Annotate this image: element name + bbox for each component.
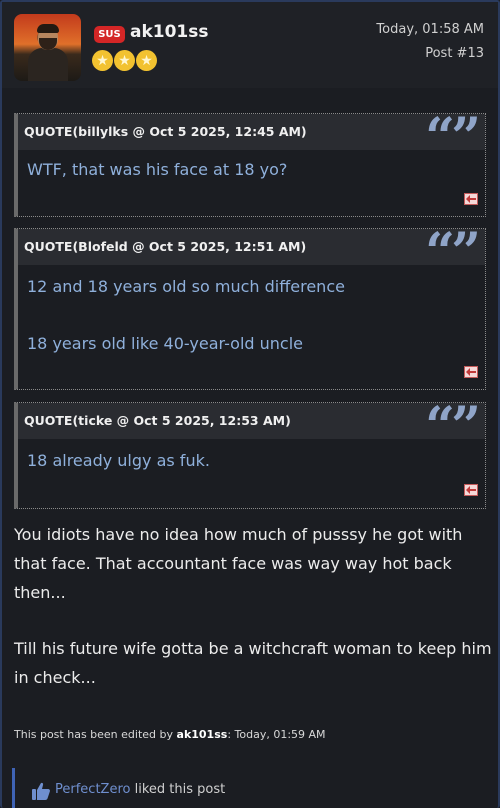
back-arrow-icon[interactable]	[464, 366, 478, 378]
post-body-line: You idiots have no idea how much of puss…	[14, 525, 463, 544]
quote-marks-icon: “”	[425, 107, 481, 168]
edit-note-prefix: This post has been edited by	[14, 728, 177, 741]
post-time: Today, 01:58 AM	[376, 22, 484, 37]
quote-title: QUOTE(Blofeld @ Oct 5 2025, 12:51 AM)	[24, 239, 307, 254]
back-arrow-icon[interactable]	[464, 193, 478, 205]
edit-note: This post has been edited by ak101ss: To…	[14, 728, 326, 741]
quote-block: QUOTE(Blofeld @ Oct 5 2025, 12:51 AM) “”…	[14, 227, 486, 390]
post-body-line: then...	[14, 583, 66, 602]
quote-header: QUOTE(ticke @ Oct 5 2025, 12:53 AM) “”	[18, 401, 485, 453]
post-body-paragraph: Till his future wife gotta be a witchcra…	[14, 634, 492, 692]
post-number[interactable]: Post #13	[425, 46, 484, 61]
rank-stars: ★ ★ ★	[92, 50, 157, 71]
post-body-line: Till his future wife gotta be a witchcra…	[14, 639, 492, 658]
back-arrow-icon[interactable]	[464, 484, 478, 496]
star-icon: ★	[92, 50, 113, 71]
likes-text: PerfectZero liked this post	[55, 782, 225, 797]
author-name[interactable]: ak101ss	[130, 22, 209, 42]
post-body-line: that face. That accountant face was way …	[14, 554, 452, 573]
quote-header: QUOTE(billylks @ Oct 5 2025, 12:45 AM) “…	[18, 112, 485, 164]
post-body-paragraph: You idiots have no idea how much of puss…	[14, 520, 462, 607]
quote-text: WTF, that was his face at 18 yo?	[27, 160, 288, 179]
quote-text: 18 already ulgy as fuk.	[27, 451, 210, 470]
quote-title: QUOTE(billylks @ Oct 5 2025, 12:45 AM)	[24, 124, 307, 139]
quote-text: 18 years old like 40-year-old uncle	[27, 334, 303, 353]
post-header: SUS ak101ss ★ ★ ★ Today, 01:58 AM Post #…	[2, 2, 498, 88]
post-body-line: in check...	[14, 668, 96, 687]
liker-username[interactable]: PerfectZero	[55, 782, 130, 797]
quote-title: QUOTE(ticke @ Oct 5 2025, 12:53 AM)	[24, 413, 291, 428]
edit-note-user[interactable]: ak101ss	[177, 728, 228, 741]
star-icon: ★	[136, 50, 157, 71]
thumbs-up-icon	[31, 781, 51, 801]
quote-block: QUOTE(ticke @ Oct 5 2025, 12:53 AM) “” 1…	[14, 401, 486, 509]
quote-header: QUOTE(Blofeld @ Oct 5 2025, 12:51 AM) “”	[18, 227, 485, 279]
quote-block: QUOTE(billylks @ Oct 5 2025, 12:45 AM) “…	[14, 112, 486, 217]
likes-bar: PerfectZero liked this post	[12, 768, 492, 808]
quote-marks-icon: “”	[425, 396, 481, 457]
edit-note-time: : Today, 01:59 AM	[227, 728, 326, 741]
star-icon: ★	[114, 50, 135, 71]
avatar[interactable]	[14, 14, 81, 81]
quote-text: 12 and 18 years old so much difference	[27, 277, 345, 296]
status-badge: SUS	[94, 26, 125, 43]
quote-marks-icon: “”	[425, 222, 481, 283]
likes-suffix: liked this post	[130, 782, 226, 797]
